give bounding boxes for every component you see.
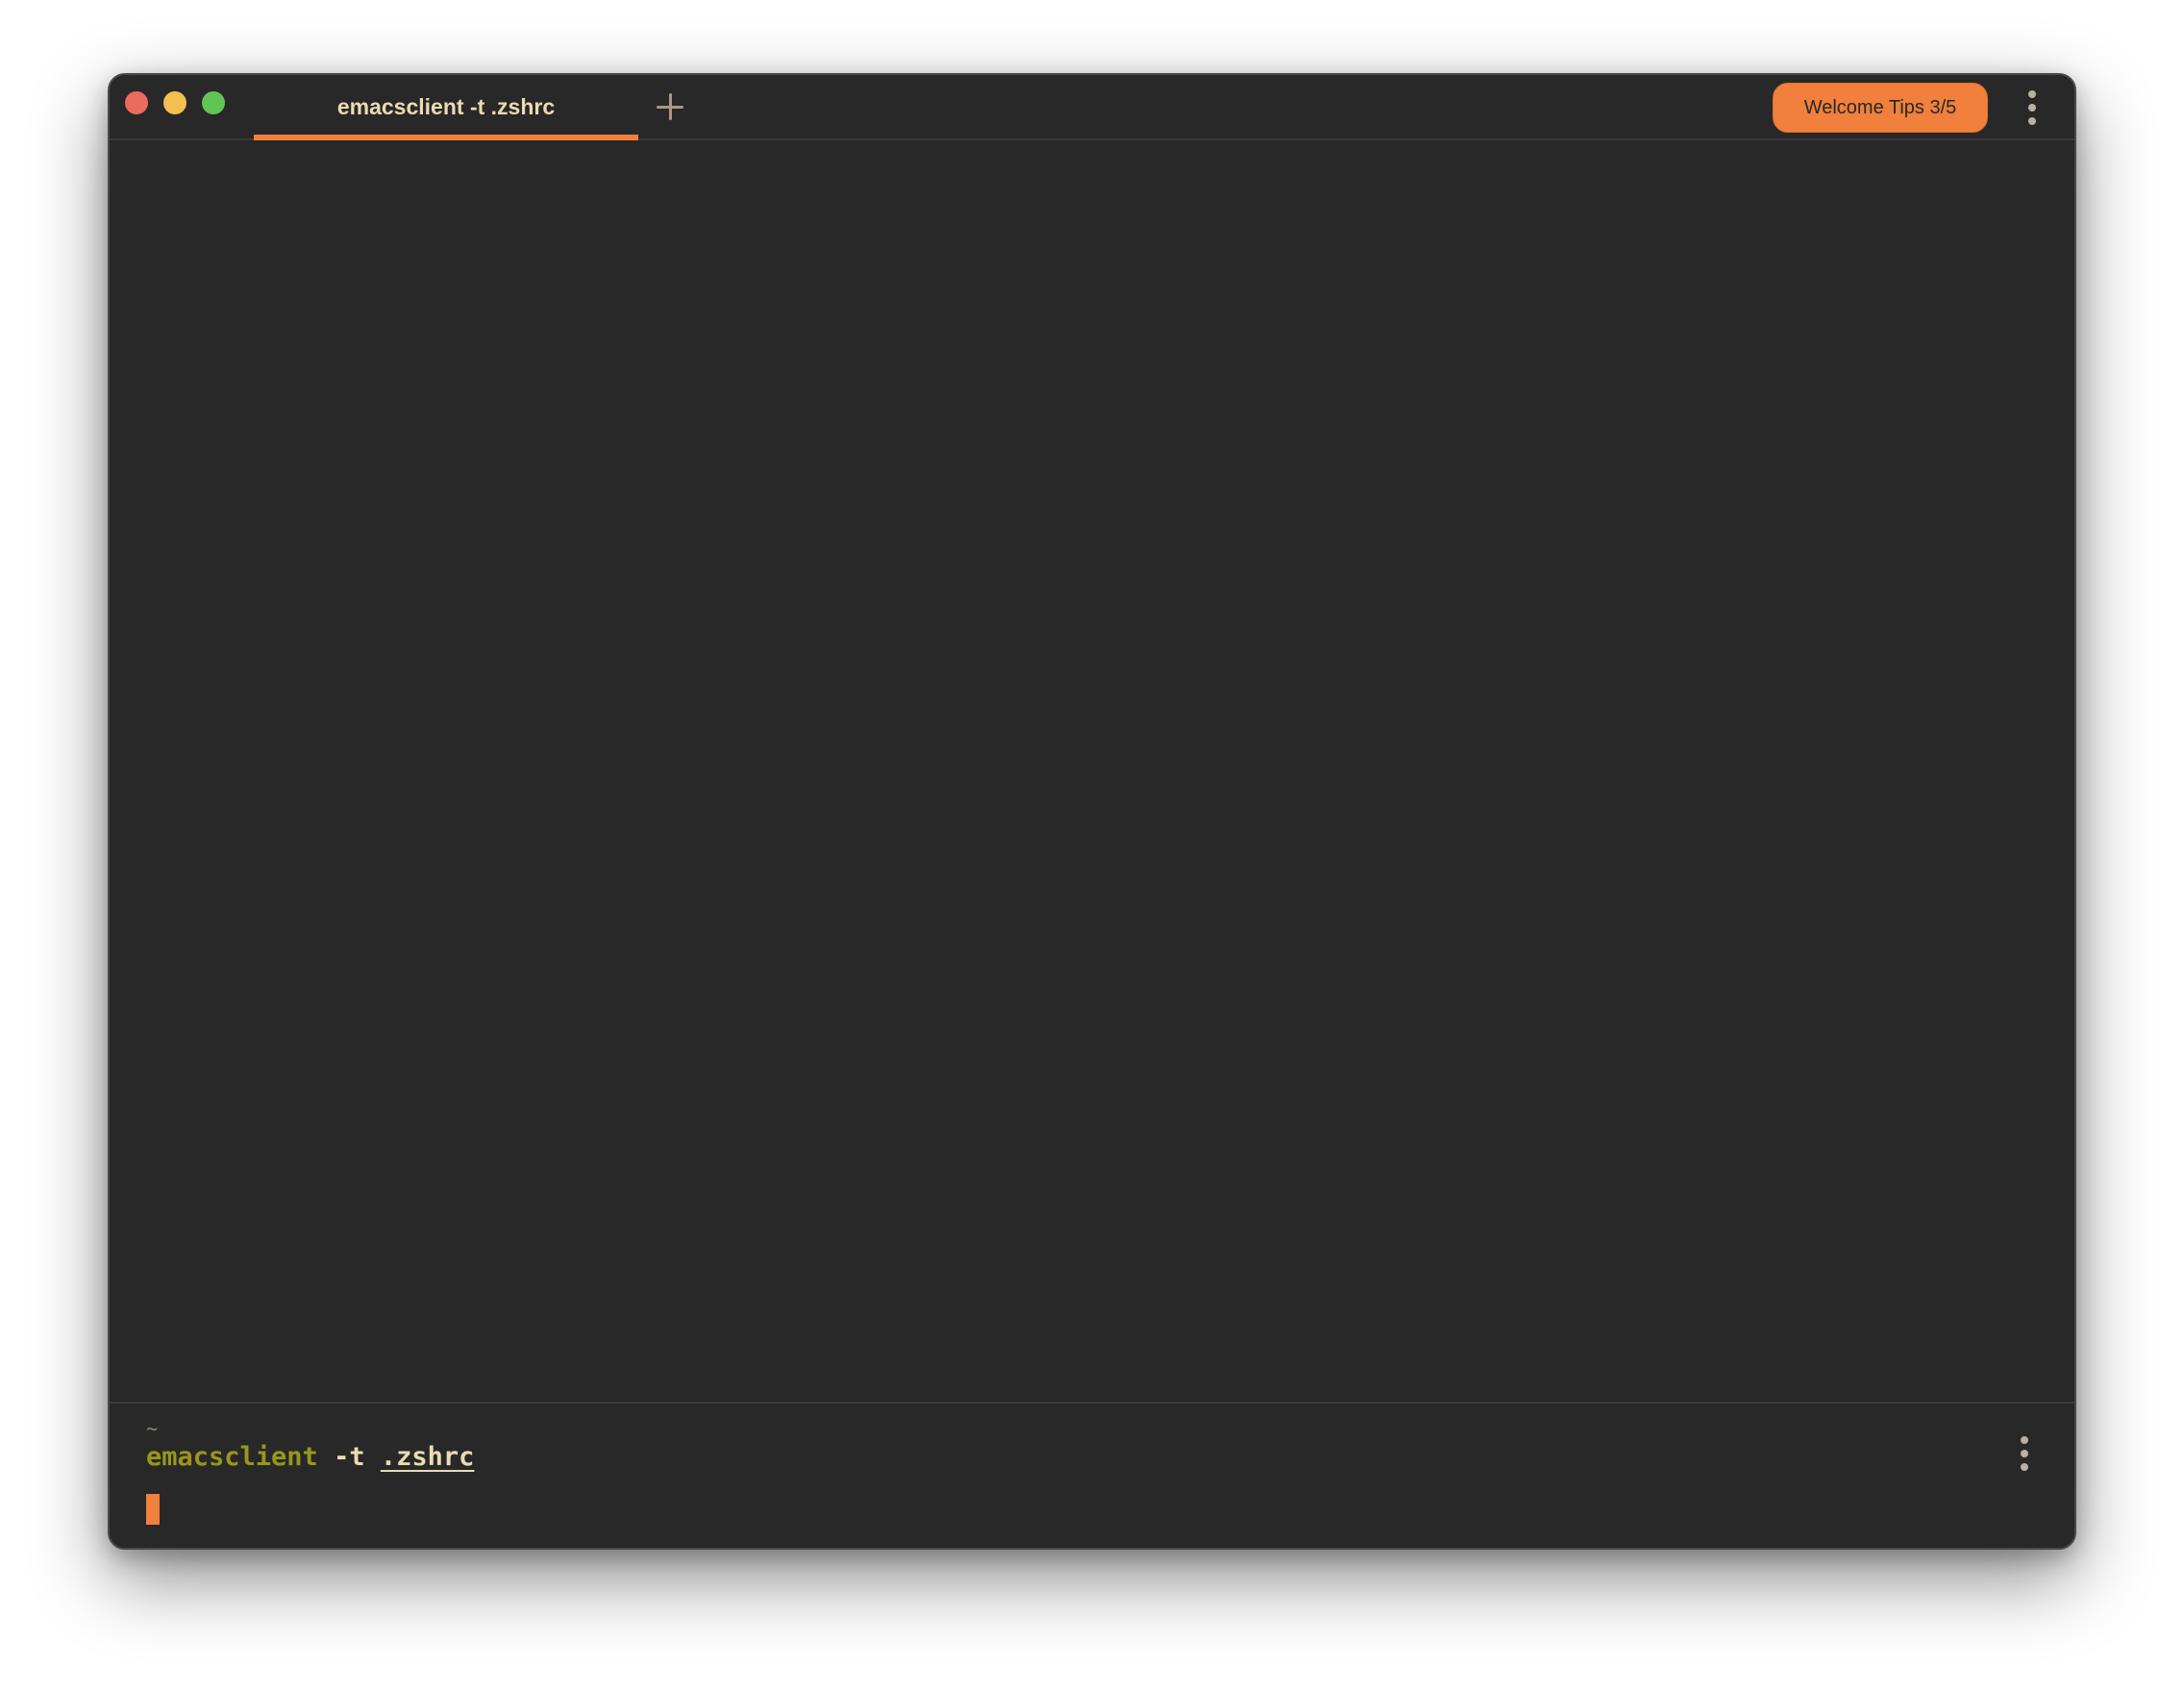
plus-icon[interactable] <box>654 90 686 123</box>
welcome-tips-button[interactable]: Welcome Tips 3/5 <box>1773 83 1988 133</box>
tab-emacsclient[interactable]: emacsclient -t .zshrc <box>254 75 638 140</box>
minimize-window-button[interactable] <box>163 91 186 114</box>
command-line: emacsclient -t .zshrc <box>146 1442 474 1472</box>
command-block[interactable]: ~ emacsclient -t .zshrc <box>110 1404 2074 1548</box>
text-cursor <box>146 1494 160 1525</box>
terminal-output-area[interactable] <box>110 142 2074 1402</box>
tab-label: emacsclient -t .zshrc <box>336 93 556 119</box>
kebab-menu-icon[interactable] <box>2023 88 2042 127</box>
command-argument[interactable]: .zshrc <box>381 1442 475 1472</box>
terminal-window: emacsclient -t .zshrc Welcome Tips 3/5 ~… <box>108 73 2076 1550</box>
close-window-button[interactable] <box>125 91 148 114</box>
maximize-window-button[interactable] <box>202 91 225 114</box>
title-bar: emacsclient -t .zshrc Welcome Tips 3/5 <box>110 75 2074 140</box>
kebab-menu-icon[interactable] <box>2015 1434 2034 1473</box>
current-directory: ~ <box>146 1417 159 1440</box>
command-flag: -t <box>334 1442 365 1472</box>
command-name: emacsclient <box>146 1442 318 1472</box>
